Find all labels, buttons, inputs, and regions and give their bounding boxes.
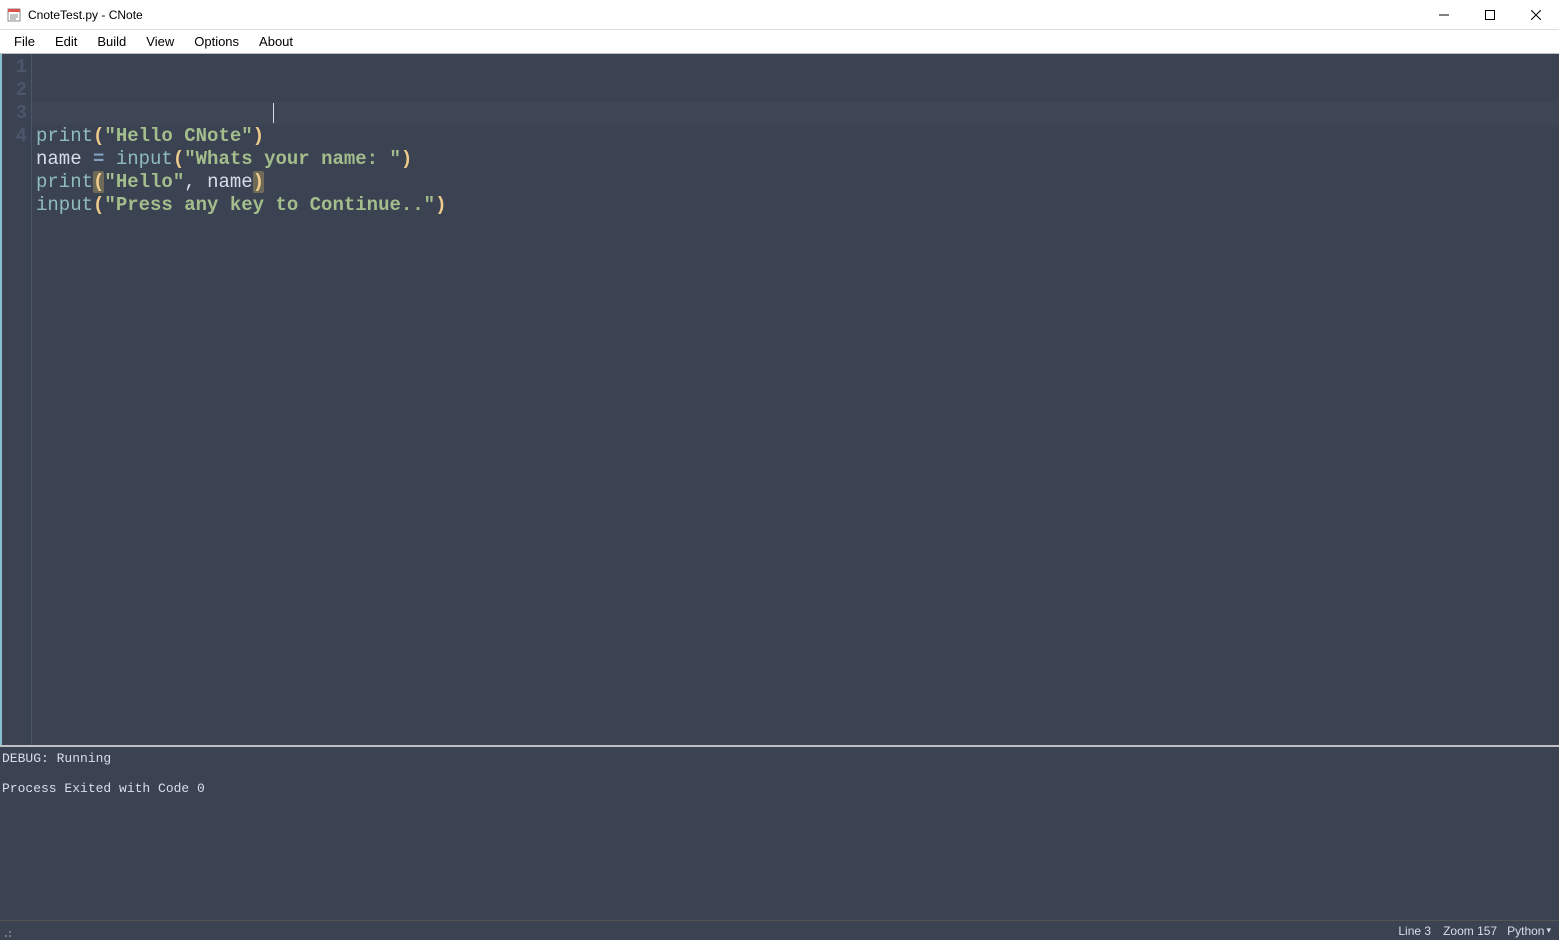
- main-area: 1 2 3 4 print("Hello CNote")name = input…: [0, 54, 1559, 920]
- status-language-selector[interactable]: Python ▾: [1503, 924, 1555, 938]
- text-caret: [273, 103, 274, 123]
- line-number: 3: [2, 102, 27, 125]
- code-token: name: [36, 148, 82, 170]
- code-editor[interactable]: 1 2 3 4 print("Hello CNote")name = input…: [0, 54, 1559, 745]
- code-token: (: [93, 171, 104, 193]
- output-panel[interactable]: DEBUG: Running Process Exited with Code …: [0, 745, 1559, 920]
- menu-edit[interactable]: Edit: [45, 32, 87, 51]
- code-token: "Whats your name: ": [184, 148, 401, 170]
- maximize-button[interactable]: [1467, 0, 1513, 30]
- code-token: (: [173, 148, 184, 170]
- code-token: print: [36, 125, 93, 147]
- code-token: [104, 148, 115, 170]
- code-line[interactable]: name = input("Whats your name: "): [36, 148, 1559, 171]
- status-bar: Line 3 Zoom 157 Python ▾: [0, 920, 1559, 940]
- status-language-label: Python: [1507, 924, 1544, 938]
- code-token: (: [93, 194, 104, 216]
- code-token: "Hello CNote": [104, 125, 252, 147]
- code-token: "Press any key to Continue..": [104, 194, 435, 216]
- code-token: ): [401, 148, 412, 170]
- resize-grip-icon: [4, 924, 18, 938]
- minimize-button[interactable]: [1421, 0, 1467, 30]
- close-button[interactable]: [1513, 0, 1559, 30]
- menu-options[interactable]: Options: [184, 32, 249, 51]
- code-token: ): [435, 194, 446, 216]
- menu-about[interactable]: About: [249, 32, 303, 51]
- code-token: input: [116, 148, 173, 170]
- code-token: ): [253, 171, 264, 193]
- menubar: File Edit Build View Options About: [0, 30, 1559, 54]
- window-title: CnoteTest.py - CNote: [28, 8, 143, 22]
- code-token: ,: [184, 171, 195, 193]
- code-line[interactable]: print("Hello", name): [36, 171, 1559, 194]
- status-zoom: Zoom 157: [1437, 924, 1503, 938]
- code-token: input: [36, 194, 93, 216]
- code-token: [82, 148, 93, 170]
- chevron-down-icon: ▾: [1546, 925, 1551, 936]
- line-number: 1: [2, 56, 27, 79]
- line-gutter: 1 2 3 4: [2, 54, 32, 745]
- app-icon: [6, 7, 22, 23]
- menu-view[interactable]: View: [136, 32, 184, 51]
- titlebar: CnoteTest.py - CNote: [0, 0, 1559, 30]
- line-number: 2: [2, 79, 27, 102]
- code-token: "Hello": [104, 171, 184, 193]
- code-token: [196, 171, 207, 193]
- code-token: ): [253, 125, 264, 147]
- code-token: print: [36, 171, 93, 193]
- code-line[interactable]: input("Press any key to Continue.."): [36, 194, 1559, 217]
- code-token: (: [93, 125, 104, 147]
- menu-file[interactable]: File: [4, 32, 45, 51]
- line-number: 4: [2, 125, 27, 148]
- status-line: Line 3: [1392, 924, 1437, 938]
- code-area[interactable]: print("Hello CNote")name = input("Whats …: [32, 54, 1559, 745]
- code-line[interactable]: print("Hello CNote"): [36, 125, 1559, 148]
- menu-build[interactable]: Build: [87, 32, 136, 51]
- code-token: name: [207, 171, 253, 193]
- code-token: =: [93, 148, 104, 170]
